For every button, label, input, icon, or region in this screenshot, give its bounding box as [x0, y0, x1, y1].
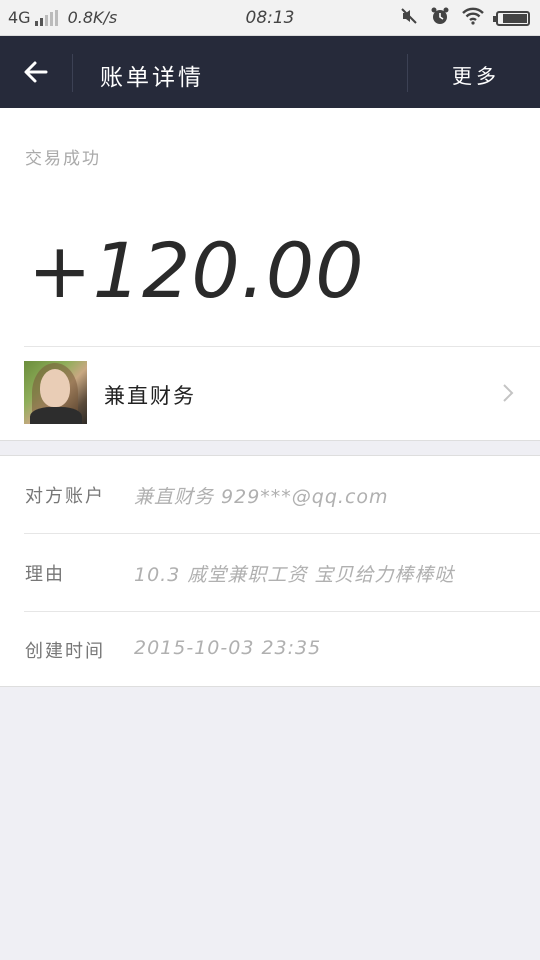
detail-row-account: 对方账户 兼直财务 929***@qq.com [0, 456, 540, 533]
detail-label: 创建时间 [25, 641, 105, 662]
mute-icon [400, 7, 418, 29]
chevron-right-icon [500, 383, 516, 403]
navigation-bar: 账单详情 更多 [0, 36, 540, 108]
detail-label: 理由 [25, 564, 65, 585]
nav-divider [72, 54, 73, 92]
status-icons [400, 6, 530, 30]
wifi-icon [462, 7, 484, 29]
back-arrow-icon[interactable] [20, 56, 52, 88]
transaction-status: 交易成功 [25, 149, 101, 169]
detail-row-created-time: 创建时间 2015-10-03 23:35 [0, 611, 540, 688]
detail-label: 对方账户 [25, 486, 105, 507]
payer-name: 兼直财务 [104, 384, 196, 408]
detail-row-reason: 理由 10.3 戚堂兼职工资 宝贝给力棒棒哒 [0, 534, 540, 611]
payer-row[interactable]: 兼直财务 [0, 347, 540, 439]
more-button[interactable]: 更多 [452, 60, 500, 89]
nav-divider [407, 54, 408, 92]
transaction-summary: 交易成功 +120.00 兼直财务 [0, 108, 540, 441]
detail-value: 兼直财务 929***@qq.com [134, 486, 389, 508]
detail-value: 10.3 戚堂兼职工资 宝贝给力棒棒哒 [134, 564, 455, 586]
status-bar: 4G 0.8K/s 08:13 [0, 0, 540, 36]
avatar [24, 361, 87, 424]
detail-value: 2015-10-03 23:35 [134, 637, 322, 659]
transaction-details: 对方账户 兼直财务 929***@qq.com 理由 10.3 戚堂兼职工资 宝… [0, 455, 540, 687]
battery-icon [493, 10, 530, 26]
alarm-icon [430, 6, 450, 30]
page-title: 账单详情 [100, 65, 204, 91]
transaction-amount: +120.00 [28, 226, 365, 315]
